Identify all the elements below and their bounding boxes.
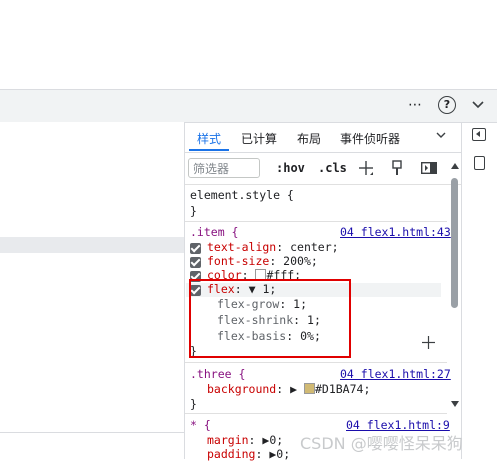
pane-divider [0,432,185,433]
hover-state-toggle[interactable]: :hov [276,161,305,175]
background-swatch[interactable] [303,383,315,394]
margin-decl: margin: ▶0; [207,433,284,447]
background-decl: background: ▶ #D1BA74; [207,382,371,396]
rule-divider [185,221,447,222]
rule-divider-2 [185,362,447,363]
styles-filter-input[interactable]: 筛选器 [188,158,260,178]
new-rule-icon[interactable] [358,160,374,176]
scroll-up-arrow-icon[interactable] [451,163,459,169]
tab-styles[interactable]: 样式 [197,130,221,147]
computed-sidebar-icon[interactable] [420,161,438,175]
more-icon[interactable]: ⋯ [406,96,424,114]
highlight-box [189,279,351,358]
item-selector: .item { [190,225,239,239]
dock-side-icon[interactable] [472,128,486,141]
refresh-doc-icon[interactable] [474,156,485,170]
selected-node-row[interactable] [0,237,185,253]
scrollbar-thumb[interactable] [451,178,458,308]
help-icon[interactable]: ? [438,96,456,114]
item-source-link[interactable]: 04 flex1.html:43 [340,225,451,239]
element-style-close: } [190,204,197,218]
tab-layout[interactable]: 布局 [297,130,321,147]
font-size-checkbox[interactable] [190,257,201,268]
elements-pane [0,122,185,459]
text-align-decl: text-align: center; [207,240,339,254]
csdn-watermark: CSDN @嘤嘤怪呆呆狗 [300,434,463,453]
pane-separator[interactable] [184,122,185,459]
universal-selector: * { [190,418,211,432]
tab-computed[interactable]: 已计算 [241,130,277,147]
chevron-down-icon[interactable] [469,96,487,114]
filter-divider [185,184,461,185]
active-tab-indicator [189,149,229,151]
text-align-checkbox[interactable] [190,243,201,254]
three-close: } [190,397,197,411]
tabs-overflow-chevron-icon[interactable] [435,128,447,145]
sidebar-separator [461,122,462,459]
paintbrush-icon[interactable] [391,160,403,176]
font-size-decl: font-size: 200%; [207,254,318,268]
background-expand-icon[interactable]: ▶ [290,382,297,396]
class-toggle[interactable]: .cls [318,161,347,175]
three-source-link[interactable]: 04 flex1.html:27 [340,367,451,381]
three-selector: .three { [190,367,246,381]
styles-tab-bar: 样式 已计算 布局 事件侦听器 [185,122,461,153]
scroll-down-arrow-icon[interactable] [451,401,459,407]
add-declaration-icon[interactable] [421,335,436,350]
element-style-selector: element.style { [190,188,294,202]
rule-divider-3 [185,413,447,414]
tab-event-listeners[interactable]: 事件侦听器 [340,130,400,147]
